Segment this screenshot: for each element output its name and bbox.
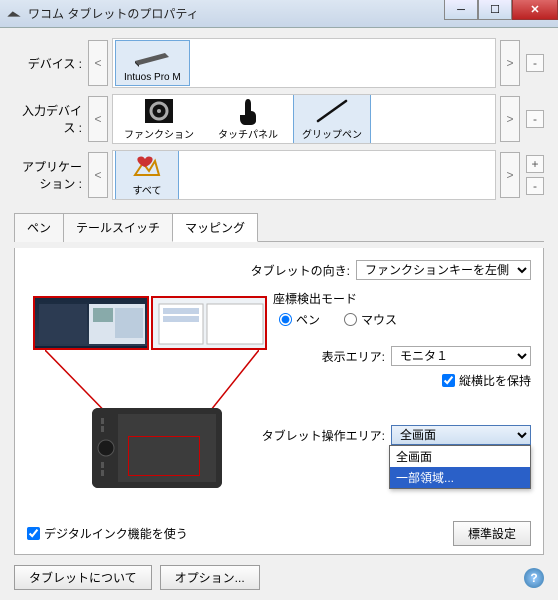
defaults-button[interactable]: 標準設定 <box>453 521 531 546</box>
digital-ink-input[interactable] <box>27 527 40 540</box>
app-add-button[interactable]: + <box>526 155 544 173</box>
tablet-area-row: タブレット操作エリア: 全画面 全画面 一部領域... <box>27 425 531 445</box>
device-prev-button[interactable]: < <box>88 40 108 86</box>
input-remove-button[interactable]: - <box>526 110 544 128</box>
monitor-2-preview <box>151 296 267 350</box>
maximize-button[interactable]: ☐ <box>478 0 512 20</box>
app-icon <box>6 8 22 20</box>
digital-ink-check[interactable]: デジタルインク機能を使う <box>27 525 188 542</box>
minimize-button[interactable]: ─ <box>444 0 478 20</box>
pen-icon <box>309 97 355 125</box>
option-label: 一部領域... <box>396 471 454 485</box>
aspect-label: 縦横比を保持 <box>459 372 531 389</box>
mode-mouse-radio[interactable]: マウス <box>344 311 397 328</box>
titlebar: ワコム タブレットのプロパティ ─ ☐ ✕ <box>0 0 558 28</box>
app-item-all[interactable]: すべて <box>115 150 179 200</box>
mode-mouse-input[interactable] <box>344 313 357 326</box>
device-label: デバイス : <box>14 55 82 72</box>
input-item-label: グリップペン <box>302 126 362 141</box>
app-strip: すべて <box>112 150 496 200</box>
input-item-label: ファンクション <box>124 126 194 141</box>
input-item-grip-pen[interactable]: グリップペン <box>293 94 371 144</box>
aspect-check[interactable]: 縦横比を保持 <box>442 372 531 389</box>
tablet-icon <box>129 43 175 71</box>
app-item-label: すべて <box>133 182 162 197</box>
content: デバイス : < Intuos Pro M > - 入力デバイス : < <box>0 28 558 561</box>
input-item-function[interactable]: ファンクション <box>115 94 203 144</box>
window: ワコム タブレットのプロパティ ─ ☐ ✕ デバイス : < Intuos Pr… <box>0 0 558 600</box>
input-item-label: タッチパネル <box>218 126 278 141</box>
device-remove-button[interactable]: - <box>526 54 544 72</box>
tab-bar: ペン テールスイッチ マッピング <box>14 212 544 242</box>
tab-pen[interactable]: ペン <box>14 213 64 242</box>
input-item-touch[interactable]: タッチパネル <box>209 94 287 144</box>
device-row: デバイス : < Intuos Pro M > - <box>14 38 544 88</box>
tablet-area-label: タブレット操作エリア: <box>262 427 385 444</box>
device-item-intuos[interactable]: Intuos Pro M <box>115 40 190 86</box>
button-label: オプション... <box>175 571 245 585</box>
tab-tail-switch[interactable]: テールスイッチ <box>63 213 173 242</box>
window-title: ワコム タブレットのプロパティ <box>28 5 199 22</box>
digital-ink-label: デジタルインク機能を使う <box>44 525 188 542</box>
tab-panel-mapping: タブレットの向き: ファンクションキーを左側 座標検出モード ペン マウス <box>14 248 544 555</box>
mode-option-label: マウス <box>361 311 397 328</box>
tablet-preview <box>92 408 222 488</box>
options-button[interactable]: オプション... <box>160 565 260 590</box>
tab-label: ペン <box>27 221 51 235</box>
function-icon <box>136 97 182 125</box>
mode-option-label: ペン <box>296 311 320 328</box>
device-item-label: Intuos Pro M <box>124 72 181 83</box>
panel-footer: デジタルインク機能を使う 標準設定 <box>27 521 531 546</box>
input-label: 入力デバイス : <box>14 102 82 136</box>
input-next-button[interactable]: > <box>500 96 520 142</box>
tab-label: テールスイッチ <box>76 221 160 235</box>
input-prev-button[interactable]: < <box>88 96 108 142</box>
app-row: アプリケーション : < すべて > + - <box>14 150 544 200</box>
option-label: 全画面 <box>396 450 432 464</box>
dropdown-option-portion[interactable]: 一部領域... <box>390 467 530 488</box>
help-icon[interactable]: ? <box>524 568 544 588</box>
device-strip: Intuos Pro M <box>112 38 496 88</box>
mapping-preview <box>33 296 281 488</box>
tab-mapping[interactable]: マッピング <box>172 213 258 242</box>
display-area-select[interactable]: モニタ１ <box>391 346 531 366</box>
close-button[interactable]: ✕ <box>512 0 558 20</box>
aspect-input[interactable] <box>442 374 455 387</box>
mode-legend: 座標検出モード <box>273 290 531 307</box>
app-remove-button[interactable]: - <box>526 177 544 195</box>
app-prev-button[interactable]: < <box>88 152 108 198</box>
about-button[interactable]: タブレットについて <box>14 565 152 590</box>
device-next-button[interactable]: > <box>500 40 520 86</box>
orientation-select[interactable]: ファンクションキーを左側 <box>356 260 531 280</box>
mode-fieldset: 座標検出モード ペン マウス <box>279 290 531 328</box>
input-row: 入力デバイス : < ファンクション タッチパネル <box>14 94 544 144</box>
dropdown-option-full[interactable]: 全画面 <box>390 446 530 467</box>
app-next-button[interactable]: > <box>500 152 520 198</box>
all-apps-icon <box>124 153 170 181</box>
input-strip: ファンクション タッチパネル グリップペン <box>112 94 496 144</box>
tab-label: マッピング <box>185 221 245 235</box>
touch-icon <box>225 97 271 125</box>
orientation-row: タブレットの向き: ファンクションキーを左側 <box>27 260 531 280</box>
button-label: 標準設定 <box>468 527 516 541</box>
app-label: アプリケーション : <box>14 158 82 192</box>
display-area-label: 表示エリア: <box>322 348 385 365</box>
window-buttons: ─ ☐ ✕ <box>444 0 558 20</box>
tablet-area-dropdown: 全画面 一部領域... <box>389 445 531 489</box>
bottom-bar: タブレットについて オプション... ? <box>0 561 558 600</box>
orientation-label: タブレットの向き: <box>251 262 350 279</box>
monitor-1-preview <box>33 296 149 350</box>
mode-pen-radio[interactable]: ペン <box>279 311 320 328</box>
button-label: タブレットについて <box>29 571 137 585</box>
tablet-area-select[interactable]: 全画面 <box>391 425 531 445</box>
